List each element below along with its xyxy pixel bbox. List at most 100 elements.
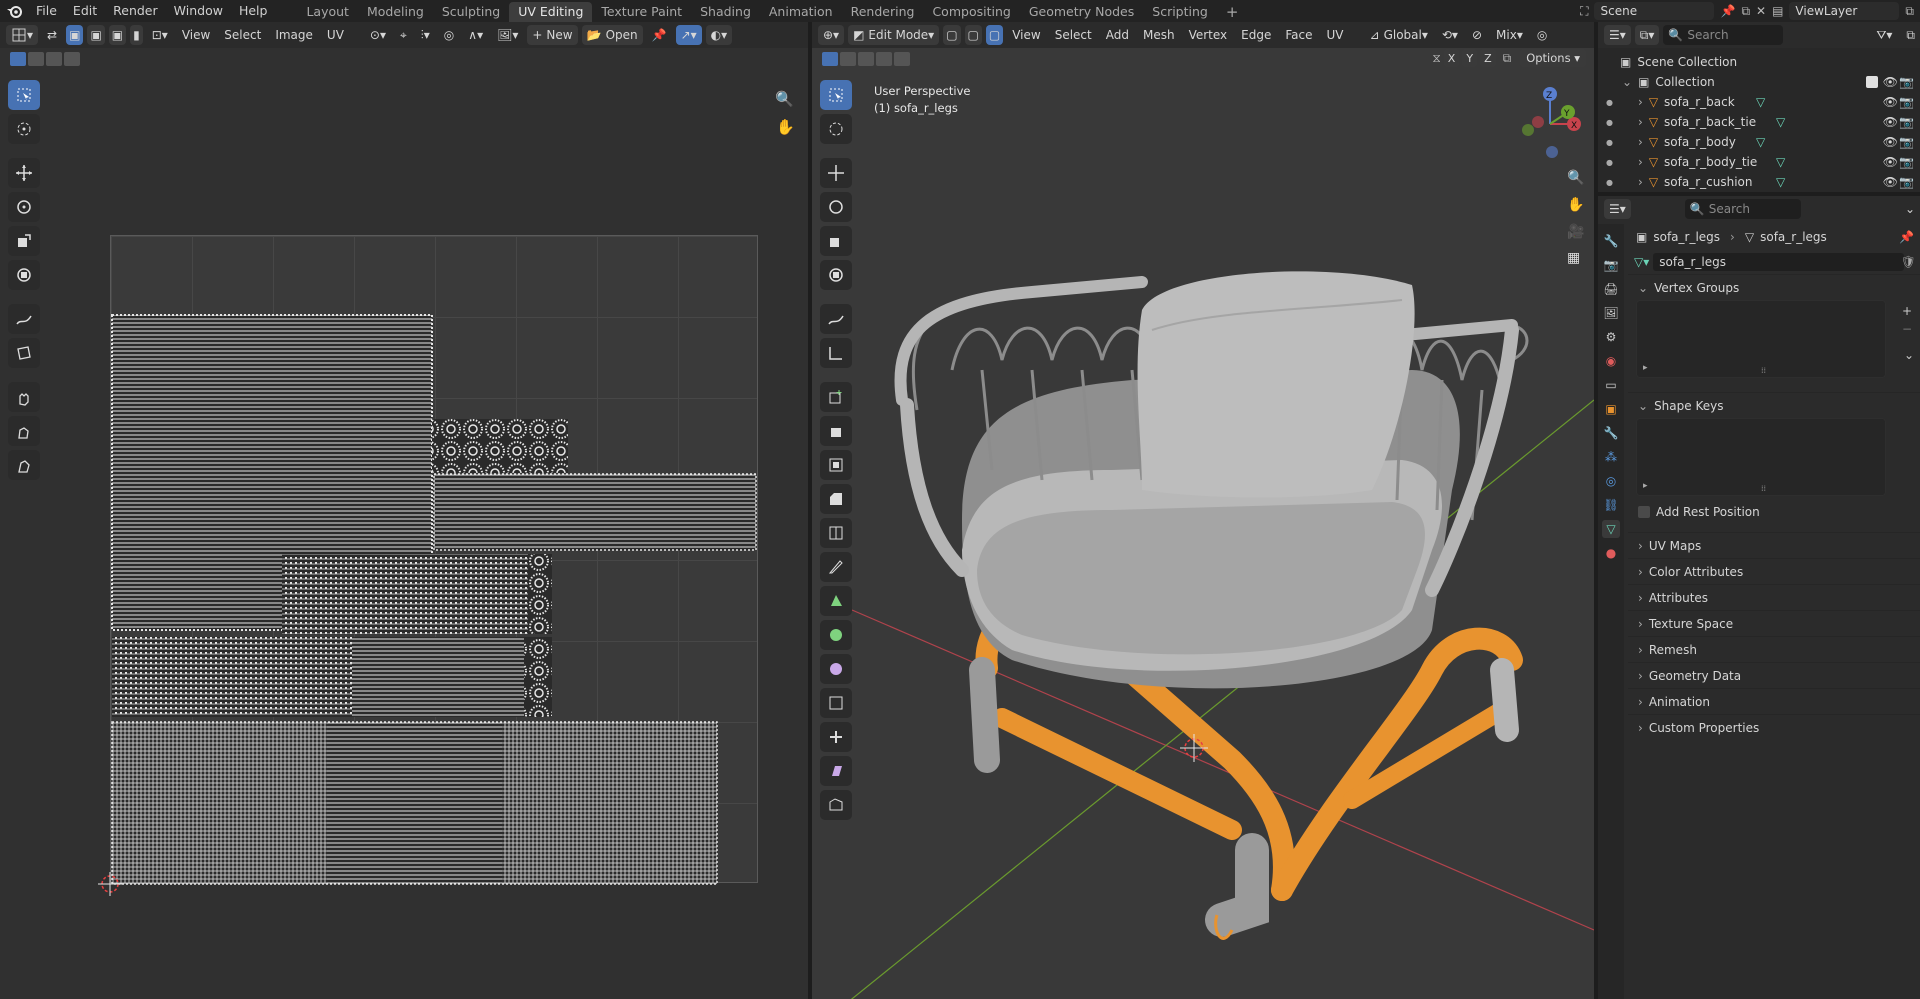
add-rest-position-checkbox[interactable] [1638,506,1650,518]
extrude-tool-icon[interactable] [820,416,852,446]
tool-tab-icon[interactable]: 🔧 [1602,232,1620,250]
new-collection-icon[interactable]: ⧉ [1901,25,1920,45]
view-layer-tab-icon[interactable]: 🖼 [1602,304,1620,322]
expand-arrow-icon[interactable]: › [1638,175,1643,189]
mode-selector[interactable]: ◩ Edit Mode ▾ [848,25,940,45]
outliner-item-sofa-r-body-tie[interactable]: ● › ▽ sofa_r_body_tie ▽ 👁 📷 [1598,152,1920,172]
inset-tool-icon[interactable] [820,450,852,480]
menu-edit[interactable]: Edit [65,0,105,22]
outliner-item-sofa-r-back-tie[interactable]: ● › ▽ sofa_r_back_tie ▽ 👁 📷 [1598,112,1920,132]
transform-orientation-selector[interactable]: ⊿ Global ▾ [1365,25,1433,45]
rip-region-tool-icon[interactable] [820,790,852,820]
scene-icon[interactable]: ⛶ [1580,4,1588,19]
render-icon[interactable]: 📷 [1899,135,1914,149]
particles-tab-icon[interactable]: ⁂ [1602,448,1620,466]
bevel-tool-icon[interactable] [820,484,852,514]
mirror-z-toggle[interactable]: Z [1480,49,1496,67]
filter-icon[interactable]: ⛛▾ [1871,25,1897,45]
world-tab-icon[interactable]: ◉ [1602,352,1620,370]
vp-rotate-tool-icon[interactable] [820,192,852,222]
visibility-icon[interactable]: 👁 [1883,115,1898,129]
vp-select-intersect-icon[interactable] [894,52,910,66]
data-tab-icon[interactable]: ▽ [1602,520,1620,538]
display-mode-icon[interactable]: ⧉▾ [1634,25,1660,45]
visibility-icon[interactable]: 👁 [1883,135,1898,149]
render-tab-icon[interactable]: 📷 [1602,256,1620,274]
scene-selector[interactable]: Scene [1594,2,1715,20]
menu-help[interactable]: Help [231,0,276,22]
panel-attributes[interactable]: › Attributes [1628,584,1920,610]
object-tab-icon[interactable]: ▣ [1602,400,1620,418]
options-dropdown[interactable]: Options ▾ [1520,49,1586,67]
vp-select-invert-icon[interactable] [876,52,892,66]
vp-annotate-tool-icon[interactable] [820,304,852,334]
tab-sculpting[interactable]: Sculpting [433,2,509,22]
vp-cursor-tool-icon[interactable] [820,114,852,144]
modifier-tab-icon[interactable]: 🔧 [1602,424,1620,442]
render-icon[interactable]: 📷 [1899,175,1914,189]
uv-islands[interactable] [0,22,808,999]
tab-layout[interactable]: Layout [297,2,358,22]
delete-scene-icon[interactable]: ✕ [1756,4,1766,18]
collection-tab-icon[interactable]: ▭ [1602,376,1620,394]
expand-arrow-icon[interactable]: › [1638,135,1643,149]
edge-select-mode-icon[interactable]: ▢ [964,25,982,45]
tab-scripting[interactable]: Scripting [1143,2,1217,22]
constraints-tab-icon[interactable]: ⛓ [1602,496,1620,514]
expand-arrow-icon[interactable]: › [1638,115,1643,129]
list-resize-icon[interactable]: ⁞⁞ [1761,484,1766,493]
editor-type-outliner[interactable]: ☰▾ [1604,25,1631,45]
panel-remesh[interactable]: › Remesh [1628,636,1920,662]
vp-select-subtract-icon[interactable] [858,52,874,66]
auto-merge-icon[interactable]: ⧉ [1503,51,1512,66]
proportional-edit-vp-icon[interactable]: ◎ [1532,25,1552,45]
tab-rendering[interactable]: Rendering [842,2,924,22]
collection-row[interactable]: ⌄ ▣ Collection 👁 📷 [1598,72,1920,92]
mesh-name-field[interactable]: sofa_r_legs [1653,253,1904,271]
smooth-tool-icon[interactable] [820,654,852,684]
vp-menu-mesh[interactable]: Mesh [1138,25,1180,45]
editor-type-properties[interactable]: ☰▾ [1604,199,1631,219]
viewport-scene[interactable] [812,70,1594,999]
visibility-icon[interactable]: 👁 [1883,155,1898,169]
vp-menu-edge[interactable]: Edge [1236,25,1276,45]
menu-file[interactable]: File [28,0,65,22]
view-layer-icon[interactable]: ▤ [1772,4,1783,18]
vertex-group-menu-icon[interactable]: ⌄ [1904,348,1914,362]
panel-color-attributes[interactable]: › Color Attributes [1628,558,1920,584]
panel-custom-properties[interactable]: › Custom Properties [1628,714,1920,740]
overlay-mix-selector[interactable]: Mix ▾ [1491,25,1528,45]
vp-menu-uv[interactable]: UV [1322,25,1349,45]
vp-pan-icon[interactable]: ✋ [1567,197,1584,213]
panel-uv-maps[interactable]: › UV Maps [1628,532,1920,558]
tab-animation[interactable]: Animation [760,2,842,22]
face-select-mode-icon[interactable]: ▢ [985,25,1004,45]
new-scene-icon[interactable]: ⧉ [1741,4,1750,19]
vp-select-extend-icon[interactable] [840,52,856,66]
vp-transform-tool-icon[interactable] [820,260,852,290]
render-icon[interactable]: 📷 [1899,115,1914,129]
scene-collection-row[interactable]: ▣ Scene Collection [1598,52,1920,72]
blender-logo-icon[interactable] [0,4,28,18]
tab-uv-editing[interactable]: UV Editing [509,1,593,22]
shape-keys-list[interactable]: ▸ ⁞⁞ [1636,418,1886,496]
vp-menu-face[interactable]: Face [1280,25,1317,45]
shrink-fatten-tool-icon[interactable] [820,722,852,752]
visibility-icon[interactable]: 👁 [1883,175,1898,189]
mirror-x-toggle[interactable]: X [1443,49,1460,67]
vp-menu-select[interactable]: Select [1050,25,1097,45]
material-tab-icon[interactable]: ● [1602,544,1620,562]
tab-modeling[interactable]: Modeling [358,2,433,22]
vp-ortho-icon[interactable]: ▦ [1567,250,1580,266]
collapse-arrow-icon[interactable]: ⌄ [1622,75,1632,89]
vp-menu-vertex[interactable]: Vertex [1184,25,1233,45]
render-icon[interactable]: 📷 [1899,95,1914,109]
physics-tab-icon[interactable]: ◎ [1602,472,1620,490]
view-layer-selector[interactable]: ViewLayer [1789,2,1900,20]
vp-camera-icon[interactable]: 🎥 [1567,224,1584,240]
vertex-group-remove-icon[interactable]: − [1902,322,1912,336]
pivot-point-icon[interactable]: ⟲▾ [1437,25,1463,45]
outliner-search-field[interactable]: 🔍 Search [1663,25,1784,45]
chair-pillow[interactable] [1137,271,1415,498]
tab-compositing[interactable]: Compositing [923,2,1019,22]
